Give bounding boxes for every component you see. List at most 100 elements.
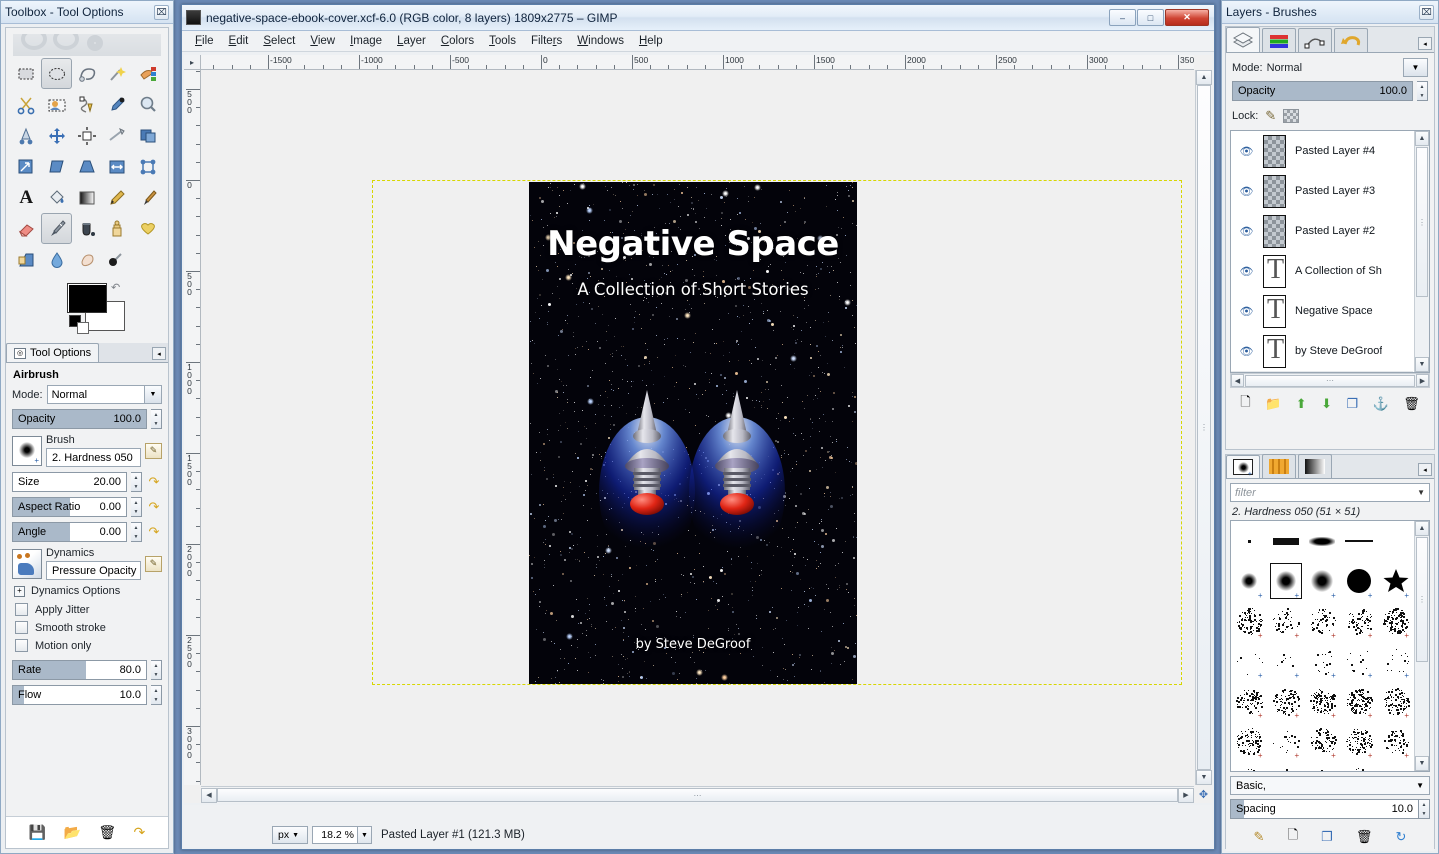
brush-cell[interactable]: + — [1304, 761, 1341, 772]
flow-stepper[interactable]: ▲▼ — [151, 685, 162, 705]
brush-cell[interactable]: + — [1231, 561, 1268, 601]
apply-jitter-row[interactable]: Apply Jitter — [15, 603, 162, 616]
brush-cell[interactable] — [1304, 521, 1341, 561]
brush-cell[interactable]: + — [1341, 601, 1378, 641]
maximize-button[interactable]: □ — [1137, 9, 1164, 26]
lock-alpha-icon[interactable] — [1283, 109, 1299, 123]
tab-channels[interactable] — [1262, 28, 1296, 52]
brush-cell[interactable]: + — [1304, 641, 1341, 681]
toolbox-close-icon[interactable]: ⌧ — [154, 5, 169, 20]
airbrush-tool[interactable] — [41, 213, 71, 244]
color-picker-tool[interactable] — [102, 89, 132, 120]
mode-select[interactable]: Normal ▼ — [47, 385, 162, 404]
layer-list[interactable]: 👁Pasted Layer #4👁Pasted Layer #3👁Pasted … — [1230, 130, 1430, 373]
brush-scroll-up-icon[interactable]: ▲ — [1415, 521, 1429, 536]
layer-row[interactable]: 👁A Collection of Sh — [1231, 251, 1413, 291]
brush-cell[interactable]: + — [1268, 761, 1305, 772]
foreground-select-tool[interactable] — [41, 89, 71, 120]
brushes-dock-menu-icon[interactable]: ◂ — [1418, 463, 1432, 476]
layer-scroll-thumb[interactable]: ⋮ — [1416, 147, 1428, 297]
layer-row[interactable]: 👁Pasted Layer #3 — [1231, 171, 1413, 211]
menu-help[interactable]: Help — [632, 33, 670, 49]
layer-list-scrollbar[interactable]: ▲ ⋮ ▼ — [1414, 131, 1429, 372]
brush-cell[interactable]: + — [1304, 601, 1341, 641]
reset-size-icon[interactable]: ↷ — [146, 474, 162, 490]
smooth-stroke-row[interactable]: Smooth stroke — [15, 621, 162, 634]
brush-category-select[interactable]: Basic, ▼ — [1230, 776, 1430, 795]
ruler-origin-button[interactable]: ▸ — [184, 55, 201, 70]
layer-visibility-icon[interactable]: 👁 — [1239, 145, 1254, 158]
free-select-tool[interactable] — [72, 58, 102, 89]
new-group-icon[interactable]: 📁 — [1265, 396, 1281, 412]
brush-scroll-down-icon[interactable]: ▼ — [1415, 756, 1429, 771]
reset-tool-options-icon[interactable]: ↷ — [134, 824, 146, 841]
brush-cell[interactable] — [1268, 521, 1305, 561]
new-brush-icon[interactable]: 🗋 — [1288, 826, 1298, 848]
brush-cell[interactable]: + — [1304, 681, 1341, 721]
layer-visibility-icon[interactable]: 👁 — [1239, 345, 1254, 358]
close-button[interactable]: ✕ — [1165, 9, 1209, 26]
rotate-tool[interactable] — [133, 120, 163, 151]
layer-visibility-icon[interactable]: 👁 — [1239, 265, 1254, 278]
layer-row[interactable]: 👁by Steve DeGroof — [1231, 331, 1413, 371]
size-stepper[interactable]: ▲▼ — [131, 472, 142, 492]
scissors-select-tool[interactable] — [11, 89, 41, 120]
layer-list-hscroll[interactable]: ◀ ⋯ ▶ — [1230, 373, 1430, 388]
brush-cell[interactable]: + — [1341, 681, 1378, 721]
layer-visibility-icon[interactable]: 👁 — [1239, 225, 1254, 238]
brush-cell[interactable]: + — [1341, 761, 1378, 772]
opacity-stepper[interactable]: ▲▼ — [151, 409, 162, 429]
brush-filter-input[interactable]: filter ▼ — [1230, 483, 1430, 502]
brush-grid[interactable]: ++++++++++++++++++++++++++++++ ▲ ⋮ ▼ — [1230, 520, 1430, 772]
alignment-tool[interactable] — [72, 120, 102, 151]
paintbrush-tool[interactable] — [133, 182, 163, 213]
vertical-scroll-thumb[interactable]: ⋮ — [1197, 85, 1211, 770]
scroll-up-icon[interactable]: ▲ — [1196, 70, 1212, 85]
lock-pixels-icon[interactable]: ✎ — [1265, 108, 1276, 124]
ellipse-select-tool[interactable] — [41, 58, 71, 89]
brush-cell[interactable]: + — [1377, 641, 1414, 681]
brush-cell[interactable]: + — [1304, 721, 1341, 761]
layer-scroll-down-icon[interactable]: ▼ — [1415, 357, 1429, 372]
select-by-color-tool[interactable] — [133, 58, 163, 89]
motion-only-checkbox[interactable] — [15, 639, 28, 652]
tab-undo-history[interactable] — [1334, 28, 1368, 52]
brush-cell[interactable]: + — [1377, 601, 1414, 641]
rate-stepper[interactable]: ▲▼ — [151, 660, 162, 680]
layer-scroll-up-icon[interactable]: ▲ — [1415, 131, 1429, 146]
brush-cell[interactable]: + — [1377, 761, 1414, 772]
rect-select-tool[interactable] — [11, 58, 41, 89]
smudge-tool[interactable] — [72, 244, 102, 275]
perspective-clone-tool[interactable] — [11, 244, 41, 275]
unit-selector[interactable]: px ▼ — [272, 826, 308, 844]
blur-sharpen-tool[interactable] — [41, 244, 71, 275]
fuzzy-select-tool[interactable] — [102, 58, 132, 89]
shear-tool[interactable] — [41, 151, 71, 182]
dynamics-options-expander[interactable]: + Dynamics Options — [14, 585, 162, 597]
reset-aspect-icon[interactable]: ↷ — [146, 499, 162, 515]
swap-colors-icon[interactable]: ↶ — [111, 281, 120, 294]
save-tool-options-icon[interactable]: 💾 — [29, 824, 46, 841]
tab-gradients[interactable] — [1298, 454, 1332, 478]
layer-row[interactable]: 👁Pasted Layer #1 — [1231, 371, 1413, 373]
zoom-tool[interactable] — [133, 89, 163, 120]
lower-layer-icon[interactable]: ⬇ — [1321, 396, 1332, 412]
brush-cell[interactable]: + — [1377, 561, 1414, 601]
layer-row[interactable]: 👁Negative Space — [1231, 291, 1413, 331]
navigation-preview-icon[interactable]: ✥ — [1195, 786, 1212, 803]
text-tool[interactable]: A — [11, 182, 41, 213]
brush-cell[interactable]: + — [1268, 681, 1305, 721]
zoom-dropdown-icon[interactable]: ▼ — [358, 826, 372, 844]
layer-hscroll-left-icon[interactable]: ◀ — [1231, 374, 1244, 387]
spacing-stepper[interactable]: ▲▼ — [1419, 799, 1430, 819]
brush-grid-scrollbar[interactable]: ▲ ⋮ ▼ — [1414, 521, 1429, 771]
brush-cell[interactable] — [1377, 521, 1414, 561]
layer-visibility-icon[interactable]: 👁 — [1239, 305, 1254, 318]
delete-brush-icon[interactable]: 🗑 — [1356, 829, 1373, 845]
scroll-right-icon[interactable]: ▶ — [1178, 788, 1194, 803]
brush-cell[interactable]: + — [1268, 601, 1305, 641]
motion-only-row[interactable]: Motion only — [15, 639, 162, 652]
layer-row[interactable]: 👁Pasted Layer #2 — [1231, 211, 1413, 251]
anchor-layer-icon[interactable]: ⚓ — [1373, 396, 1389, 412]
new-layer-icon[interactable]: 🗋 — [1240, 393, 1250, 415]
